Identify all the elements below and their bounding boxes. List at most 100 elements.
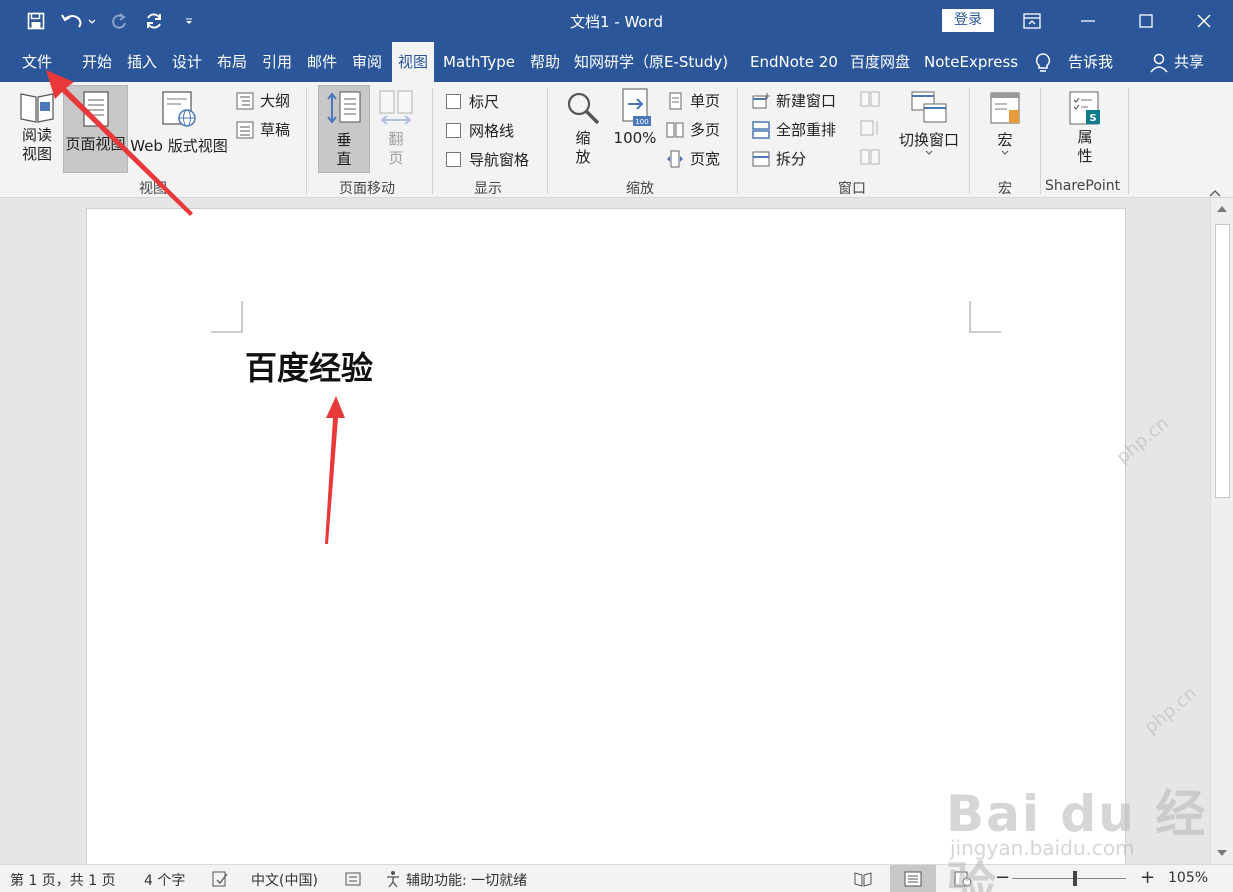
maximize-icon[interactable] [1118, 0, 1174, 42]
multiple-pages-button[interactable]: 多页 [666, 119, 720, 140]
navigation-pane-checkbox[interactable]: 导航窗格 [446, 149, 529, 170]
zoom-button[interactable]: 缩 放 [560, 89, 606, 167]
ribbon-display-options-icon[interactable] [1004, 0, 1060, 42]
document-heading[interactable]: 百度经验 [245, 343, 373, 389]
close-icon[interactable] [1176, 0, 1232, 42]
arrange-all-icon [752, 120, 770, 139]
lightbulb-icon [1034, 52, 1052, 78]
separator [306, 88, 307, 194]
split-icon [752, 151, 770, 166]
tab-mathtype[interactable]: MathType [437, 42, 521, 82]
synchronous-scrolling-icon[interactable] [860, 119, 880, 141]
scroll-up-icon[interactable] [1216, 204, 1228, 214]
macro-recording-icon[interactable] [344, 870, 362, 888]
ribbon-tabs: 文件 开始 插入 设计 布局 引用 邮件 审阅 视图 MathType 帮助 知… [0, 42, 1233, 82]
switch-windows-button[interactable]: 切换窗口 [894, 90, 964, 156]
zoom-100-button[interactable]: 100 100% [610, 87, 660, 148]
word-window: 文档1 - Word 登录 文件 开始 插入 设计 布局 引用 邮件 审阅 视图… [0, 0, 1233, 892]
proofing-icon[interactable] [211, 870, 229, 888]
crop-mark-top-right [969, 301, 1001, 333]
separator [1128, 88, 1129, 194]
print-layout-label: 页面视图 [65, 135, 126, 153]
read-mode-button[interactable]: 阅读 视图 [12, 90, 62, 164]
vertical-scroll-icon [327, 91, 361, 124]
side-to-side-button[interactable]: 翻 页 [372, 89, 420, 168]
language[interactable]: 中文(中国) [251, 870, 318, 890]
new-window-button[interactable]: 新建窗口 [752, 90, 836, 111]
separator [547, 88, 548, 194]
draft-button[interactable]: 草稿 [236, 119, 290, 140]
ruler-check-box[interactable] [446, 94, 461, 109]
tab-design[interactable]: 设计 [166, 42, 208, 82]
arrange-all-button[interactable]: 全部重排 [752, 119, 836, 140]
web-layout-button[interactable]: Web 版式视图 [130, 90, 228, 156]
split-label: 拆分 [776, 150, 807, 168]
separator [432, 88, 433, 194]
tab-noteexpress[interactable]: NoteExpress [918, 42, 1024, 82]
show-group-label: 显示 [474, 181, 502, 197]
tell-me-search[interactable]: 告诉我 [1062, 42, 1119, 82]
ruler-checkbox[interactable]: 标尺 [446, 91, 499, 112]
outline-button[interactable]: 大纲 [236, 90, 290, 111]
new-window-label: 新建窗口 [776, 92, 837, 110]
baidu-jingyan-watermark: Bai du 经验 [946, 785, 1208, 892]
tab-cnki-estudy[interactable]: 知网研学（原E-Study) [568, 42, 734, 82]
tab-insert[interactable]: 插入 [121, 42, 163, 82]
print-layout-view-icon [904, 871, 922, 887]
properties-button[interactable]: S 属 性 [1062, 90, 1108, 166]
vertical-scrollbar[interactable] [1210, 198, 1233, 864]
one-page-icon [669, 92, 682, 109]
reset-window-position-icon[interactable] [860, 148, 880, 170]
page-width-button[interactable]: 页宽 [666, 148, 720, 169]
one-page-button[interactable]: 单页 [666, 90, 720, 111]
tab-home[interactable]: 开始 [76, 42, 118, 82]
tab-endnote[interactable]: EndNote 20 [744, 42, 844, 82]
new-window-icon [752, 92, 770, 108]
macros-button[interactable]: 宏 [982, 90, 1028, 156]
separator [969, 88, 970, 194]
one-page-label: 单页 [690, 92, 721, 110]
tab-baidu-netdisk[interactable]: 百度网盘 [844, 42, 916, 82]
print-layout-button[interactable]: 页面视图 [63, 85, 128, 173]
read-mode-view-icon[interactable] [853, 870, 873, 888]
sign-in-button[interactable]: 登录 [942, 9, 994, 32]
multiple-pages-label: 多页 [690, 121, 721, 139]
title-bar: 文档1 - Word 登录 [0, 0, 1233, 42]
person-icon [1150, 53, 1168, 77]
macros-group-label: 宏 [998, 181, 1012, 197]
tab-references[interactable]: 引用 [256, 42, 298, 82]
multiple-pages-icon [666, 122, 684, 137]
document-page[interactable]: 百度经验 [86, 208, 1126, 868]
gridlines-label: 网格线 [469, 122, 515, 140]
gridlines-checkbox[interactable]: 网格线 [446, 120, 514, 141]
minimize-icon[interactable] [1060, 0, 1116, 42]
tab-view[interactable]: 视图 [392, 42, 435, 82]
chevron-down-icon [1001, 150, 1009, 155]
tab-review[interactable]: 审阅 [346, 42, 388, 82]
word-count[interactable]: 4 个字 [144, 870, 185, 890]
side-to-side-label: 翻 页 [388, 130, 404, 167]
window-group-label: 窗口 [838, 181, 866, 197]
scrollbar-thumb[interactable] [1215, 224, 1230, 498]
page-width-label: 页宽 [690, 150, 721, 168]
navigation-pane-check-box[interactable] [446, 152, 461, 167]
tab-mailings[interactable]: 邮件 [301, 42, 343, 82]
share-button[interactable]: 共享 [1168, 42, 1210, 82]
accessibility-icon[interactable] [384, 870, 404, 888]
view-side-by-side-icon[interactable] [860, 90, 880, 112]
outline-label: 大纲 [260, 92, 291, 110]
macros-label: 宏 [997, 131, 1013, 149]
print-layout-view-button[interactable] [890, 865, 936, 892]
tab-file[interactable]: 文件 [16, 42, 58, 82]
tab-help[interactable]: 帮助 [524, 42, 566, 82]
accessibility-status[interactable]: 辅助功能: 一切就绪 [406, 870, 527, 890]
macros-icon [990, 92, 1020, 124]
vertical-button[interactable]: 垂 直 [318, 85, 370, 173]
gridlines-check-box[interactable] [446, 123, 461, 138]
page-width-icon [667, 150, 683, 167]
switch-windows-label: 切换窗口 [898, 131, 959, 149]
properties-label: 属 性 [1077, 128, 1093, 165]
split-button[interactable]: 拆分 [752, 148, 806, 169]
tab-layout[interactable]: 布局 [211, 42, 253, 82]
page-count[interactable]: 第 1 页，共 1 页 [10, 870, 116, 890]
